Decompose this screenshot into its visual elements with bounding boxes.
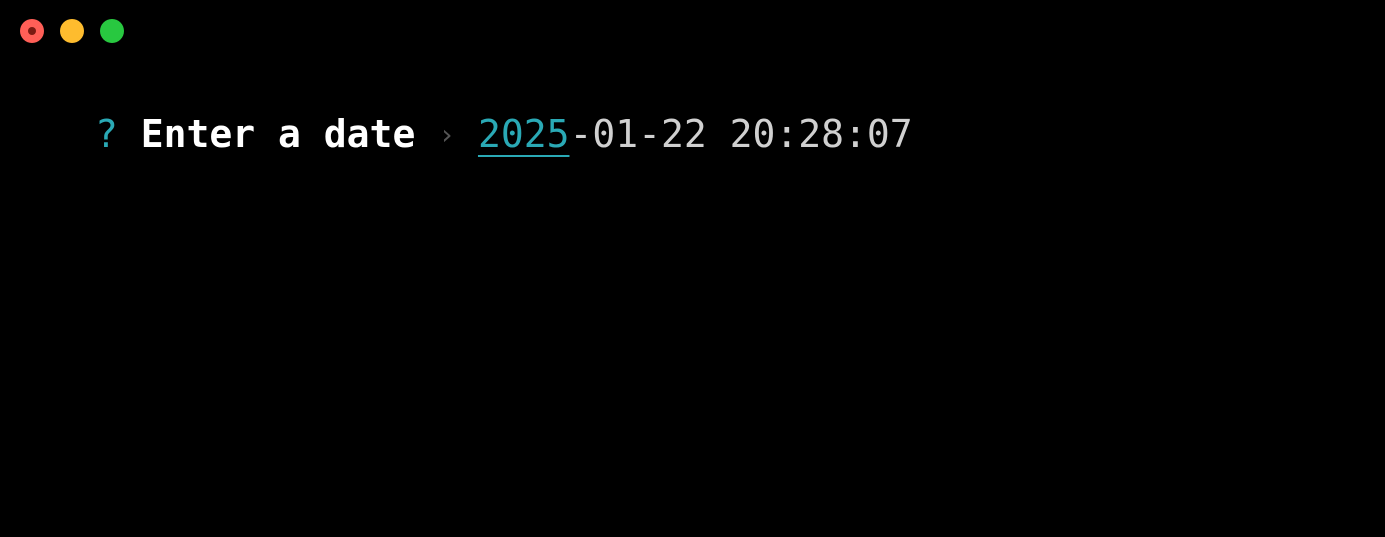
window-controls (20, 19, 124, 43)
chevron-right-icon: › (438, 118, 456, 151)
close-icon (28, 27, 36, 35)
question-icon: ? (95, 112, 118, 156)
zoom-window-button[interactable] (100, 19, 124, 43)
date-year-segment[interactable]: 2025 (478, 112, 570, 156)
terminal-window: ? Enter a date › 2025-01-22 20:28:07 (0, 0, 1385, 537)
close-window-button[interactable] (20, 19, 44, 43)
prompt-message: Enter a date (140, 112, 416, 156)
date-rest-segment[interactable]: -01-22 20:28:07 (569, 112, 912, 156)
minimize-window-button[interactable] (60, 19, 84, 43)
prompt-line[interactable]: ? Enter a date › 2025-01-22 20:28:07 (95, 108, 913, 164)
